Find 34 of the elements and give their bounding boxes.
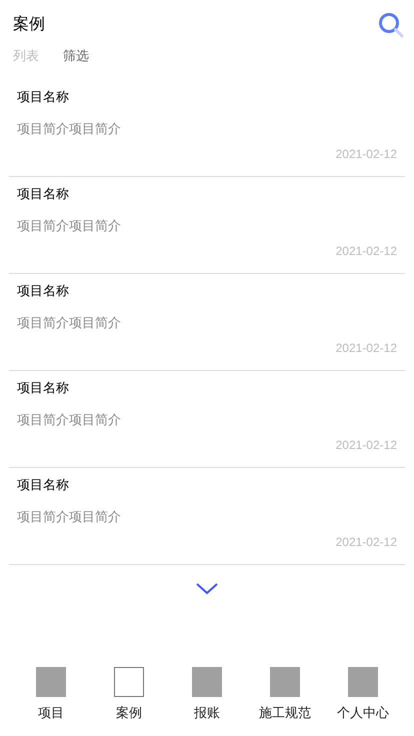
nav-item[interactable]: 项目 bbox=[18, 666, 84, 722]
nav-item[interactable]: 个人中心 bbox=[330, 666, 396, 722]
case-name: 项目名称 bbox=[17, 476, 70, 494]
search-icon[interactable] bbox=[378, 12, 404, 38]
case-date: 2021-02-12 bbox=[336, 340, 397, 356]
case-card[interactable]: 项目名称 项目简介项目简介 2021-02-12 bbox=[9, 80, 405, 176]
case-summary: 项目简介项目简介 bbox=[17, 508, 122, 526]
case-name: 项目名称 bbox=[17, 378, 70, 396]
nav-icon bbox=[114, 666, 144, 696]
nav-icon bbox=[270, 666, 300, 696]
case-date: 2021-02-12 bbox=[336, 146, 397, 162]
chevron-down-icon[interactable] bbox=[196, 582, 218, 594]
case-summary: 项目简介项目简介 bbox=[17, 314, 122, 332]
case-summary: 项目简介项目简介 bbox=[17, 411, 122, 429]
case-date: 2021-02-12 bbox=[336, 436, 397, 454]
nav-icon bbox=[36, 666, 66, 696]
nav-icon bbox=[348, 666, 378, 696]
nav-item[interactable]: 报账 bbox=[174, 666, 240, 722]
case-date: 2021-02-12 bbox=[336, 242, 397, 260]
case-name: 项目名称 bbox=[17, 184, 70, 202]
case-date: 2021-02-12 bbox=[336, 534, 397, 550]
case-summary: 项目简介项目简介 bbox=[17, 217, 122, 235]
case-card[interactable]: 项目名称 项目简介项目简介 2021-02-12 bbox=[9, 468, 405, 564]
nav-icon bbox=[192, 666, 222, 696]
case-card[interactable]: 项目名称 项目简介项目简介 2021-02-12 bbox=[9, 274, 405, 370]
case-summary: 项目简介项目简介 bbox=[17, 120, 122, 138]
case-card[interactable]: 项目名称 项目简介项目简介 2021-02-12 bbox=[9, 370, 405, 468]
case-name: 项目名称 bbox=[17, 282, 70, 300]
page-title: 案例 bbox=[13, 14, 45, 35]
nav-item[interactable]: 案例 bbox=[96, 666, 162, 722]
case-name: 项目名称 bbox=[17, 88, 70, 106]
case-card[interactable]: 项目名称 项目简介项目简介 2021-02-12 bbox=[9, 176, 405, 274]
tab[interactable]: 筛选 bbox=[63, 46, 89, 66]
nav-item[interactable]: 施工规范 bbox=[252, 666, 318, 722]
